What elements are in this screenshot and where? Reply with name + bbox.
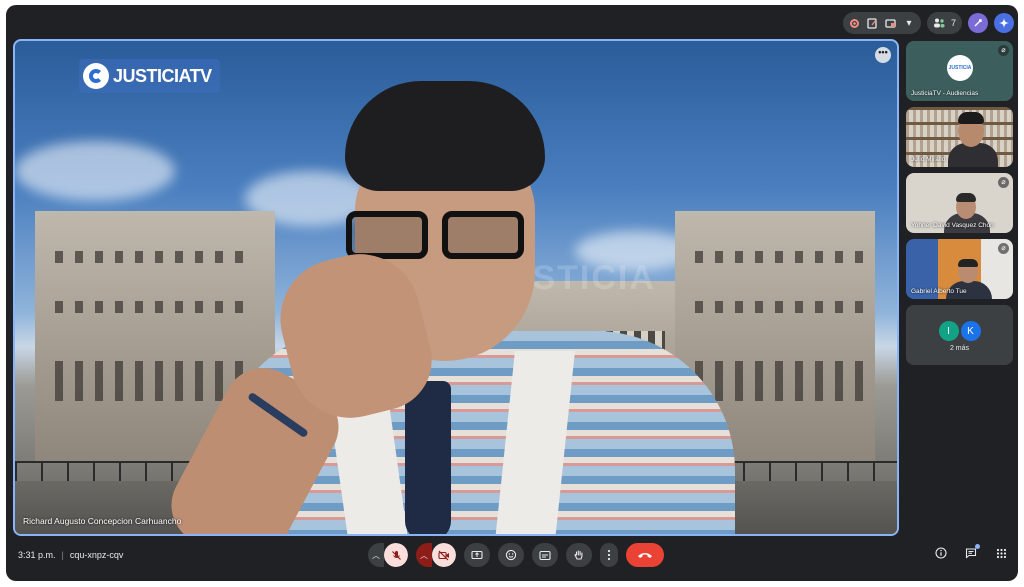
speaker-name: Richard Augusto Concepcion Carhuancho	[23, 516, 182, 526]
mic-off-icon: ⌀	[998, 45, 1009, 56]
more-options-icon[interactable]: •••	[875, 47, 891, 63]
tile-name: Gabriel Alberto Tue	[911, 288, 967, 295]
end-call-button[interactable]	[626, 543, 664, 567]
camera-off-button[interactable]	[432, 543, 456, 567]
more-count-label: 2 más	[949, 345, 970, 352]
main-video-stage[interactable]: JUSTICIA JUSTICIATV ••• Richard Augusto …	[13, 39, 899, 536]
more-participants-tile[interactable]: I K 2 más	[906, 305, 1013, 365]
mic-off-icon: ⌀	[998, 177, 1009, 188]
tile-name: Yohner David Vasquez Chon	[911, 222, 994, 229]
notes-icon[interactable]	[867, 17, 879, 29]
avatar-group: I K	[906, 321, 1013, 341]
activities-icon[interactable]	[968, 13, 988, 33]
tile-name: JusticiaTV - Audiencias	[911, 90, 979, 97]
tile-name: Julio Mirallo	[911, 156, 946, 163]
captions-button[interactable]	[532, 543, 558, 567]
participant-tile-gabriel[interactable]: ⌀ Gabriel Alberto Tue	[906, 239, 1013, 299]
side-panel-controls	[934, 544, 1008, 560]
meeting-info: 3:31 p.m. | cqu-xnpz-cqv	[18, 550, 124, 560]
participant-tile-julio[interactable]: Julio Mirallo	[906, 107, 1013, 167]
participant-tile-justiciatv[interactable]: JUSTICIA ⌀ JusticiaTV - Audiencias	[906, 41, 1013, 101]
top-toolbar: ▾ 7	[842, 11, 1014, 35]
cloud	[15, 141, 175, 201]
chevron-up-icon[interactable]: ︿	[416, 543, 432, 567]
mic-control-group: ︿	[368, 543, 408, 567]
chevron-down-icon[interactable]: ▾	[903, 17, 915, 29]
info-icon[interactable]	[934, 546, 948, 560]
avatar: I	[938, 321, 959, 341]
justiciatv-logo: JUSTICIATV	[79, 59, 220, 93]
record-icon[interactable]	[849, 17, 861, 29]
raise-hand-button[interactable]	[566, 543, 592, 567]
participant-tile-yohner[interactable]: ⌀ Yohner David Vasquez Chon	[906, 173, 1013, 233]
chat-icon[interactable]	[964, 544, 980, 560]
participant-count: 7	[950, 18, 956, 28]
apps-grid-icon[interactable]	[994, 546, 1008, 560]
chevron-up-icon[interactable]: ︿	[368, 543, 384, 567]
files-icon[interactable]	[885, 17, 897, 29]
glasses	[340, 211, 530, 261]
meeting-window: ▾ 7 JUSTICIA JUSTICIATV ••• Richard Augu…	[6, 5, 1018, 581]
avatar: K	[960, 321, 981, 341]
more-options-button[interactable]	[600, 543, 618, 567]
justiciatv-logo-icon	[83, 63, 109, 89]
hair	[345, 81, 545, 191]
host-tools-group: ▾	[842, 12, 921, 34]
present-screen-button[interactable]	[464, 543, 490, 567]
camera-control-group: ︿	[416, 543, 456, 567]
mic-off-icon: ⌀	[998, 243, 1009, 254]
tie	[405, 381, 451, 534]
call-controls: ︿ ︿	[368, 543, 664, 567]
logo-text: JUSTICIATV	[113, 65, 212, 86]
clock-time: 3:31 p.m.	[18, 550, 56, 560]
meeting-code: cqu-xnpz-cqv	[69, 550, 124, 560]
notification-badge	[975, 544, 980, 549]
mic-off-button[interactable]	[384, 543, 408, 567]
gemini-icon[interactable]	[994, 13, 1014, 33]
people-icon	[933, 17, 945, 29]
emoji-reaction-button[interactable]	[498, 543, 524, 567]
justiciatv-logo-icon: JUSTICIA	[947, 55, 973, 81]
people-button[interactable]: 7	[926, 12, 962, 34]
speaker-video	[157, 81, 735, 534]
